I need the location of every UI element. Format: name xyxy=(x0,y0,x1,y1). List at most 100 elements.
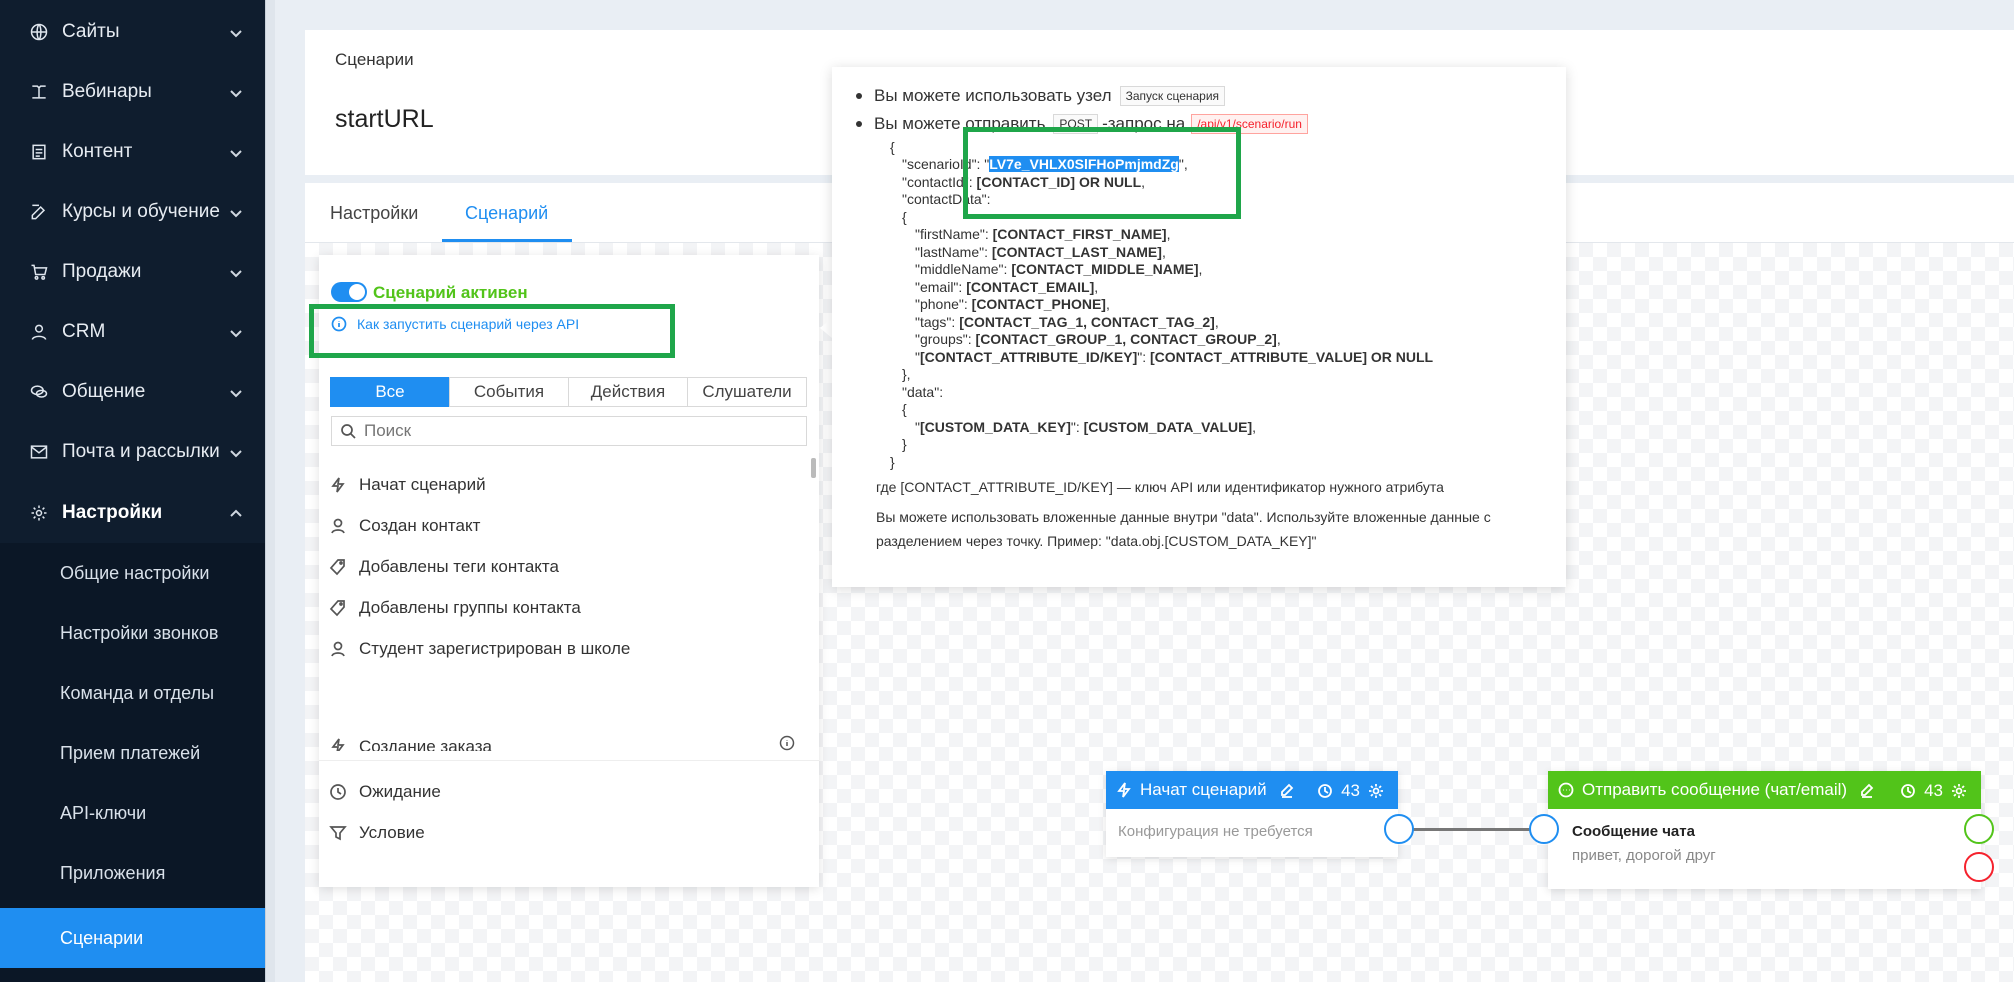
filter-all[interactable]: Все xyxy=(330,377,450,407)
user-icon xyxy=(329,640,347,658)
output-port[interactable] xyxy=(1384,814,1414,844)
code-key: "phone": xyxy=(915,296,972,312)
filter-events[interactable]: События xyxy=(449,377,569,407)
sidebar-item-settings[interactable]: Настройки xyxy=(0,483,265,543)
chevron-down-icon xyxy=(229,324,243,338)
sidebar-subitem-apps[interactable]: Приложения xyxy=(0,843,265,903)
pencil-icon[interactable] xyxy=(1279,782,1295,798)
list-item-label: Условие xyxy=(359,823,425,842)
sidebar-subitem-calls[interactable]: Настройки звонков xyxy=(0,603,265,663)
list-item-wait[interactable]: Ожидание xyxy=(329,777,441,807)
sidebar-item-content[interactable]: Контент xyxy=(0,122,265,182)
popover-note-nested: Вы можете использовать вложенные данные … xyxy=(876,509,1491,549)
sidebar-item-mail[interactable]: Почта и рассылки xyxy=(0,422,265,482)
code-value: [CONTACT_EMAIL] xyxy=(966,279,1095,295)
list-item-contact-created[interactable]: Создан контакт xyxy=(329,511,480,541)
lightning-icon xyxy=(329,476,347,494)
node-scenario-started[interactable]: Начат сценарий 43 Конфигурация не требуе… xyxy=(1106,771,1398,857)
user-icon xyxy=(329,517,347,535)
settings-submenu: Общие настройки Настройки звонков Команд… xyxy=(0,543,265,982)
mail-icon xyxy=(28,441,50,463)
chevron-up-icon xyxy=(229,505,243,519)
code-key: "firstName": xyxy=(915,226,993,242)
pencil-icon[interactable] xyxy=(1859,782,1875,798)
sidebar-item-crm[interactable]: CRM xyxy=(0,302,265,362)
search-input[interactable] xyxy=(364,421,784,441)
history-icon[interactable] xyxy=(1900,783,1916,799)
breadcrumb[interactable]: Сценарии xyxy=(335,50,414,70)
code-value: [CONTACT_LAST_NAME] xyxy=(991,244,1162,260)
code-line: } xyxy=(890,454,895,470)
node-actions: 43 xyxy=(1900,781,1967,801)
code-value: [CONTACT_ATTRIBUTE_VALUE] OR NULL xyxy=(1150,349,1434,365)
tab-scenario[interactable]: Сценарий xyxy=(465,203,548,224)
sidebar-item-sites[interactable]: Сайты xyxy=(0,2,265,62)
chat-icon xyxy=(1558,782,1574,798)
sidebar-subitem-payments[interactable]: Прием платежей xyxy=(0,723,265,783)
history-icon[interactable] xyxy=(1317,783,1333,799)
panel-scrollbar[interactable] xyxy=(811,458,816,478)
search-box xyxy=(331,416,807,446)
list-item-label: Студент зарегистрирован в школе xyxy=(359,639,631,658)
list-item-groups-added[interactable]: Добавлены группы контакта xyxy=(329,593,581,623)
list-item-order-created[interactable]: Создание заказа xyxy=(329,737,492,751)
info-icon[interactable] xyxy=(779,735,795,751)
code-value: [CONTACT_GROUP_1, CONTACT_GROUP_2] xyxy=(975,331,1277,347)
list-item-tags-added[interactable]: Добавлены теги контакта xyxy=(329,552,559,582)
node-run-count: 43 xyxy=(1341,781,1360,800)
code-key: "middleName": xyxy=(915,261,1012,277)
list-item-label: Добавлены группы контакта xyxy=(359,598,581,617)
highlight-box-api-link xyxy=(309,304,675,358)
sidebar-subitem-general[interactable]: Общие настройки xyxy=(0,543,265,603)
sidebar-item-label: Вебинары xyxy=(62,81,152,102)
scenario-active-toggle[interactable] xyxy=(331,282,367,302)
sidebar-subitem-api-keys[interactable]: API-ключи xyxy=(0,783,265,843)
node-send-message[interactable]: Отправить сообщение (чат/email) 43 Сообщ… xyxy=(1548,771,1981,889)
code-line-field: "tags": [CONTACT_TAG_1, CONTACT_TAG_2], xyxy=(915,314,1219,330)
chevron-down-icon xyxy=(229,264,243,278)
filter-actions[interactable]: Действия xyxy=(568,377,688,407)
gear-icon[interactable] xyxy=(1951,783,1967,799)
user-icon xyxy=(28,321,50,343)
success-port[interactable] xyxy=(1964,814,1994,844)
sidebar-divider xyxy=(265,0,275,982)
panel-divider xyxy=(319,760,819,761)
sidebar-subitem-scenarios[interactable]: Сценарии xyxy=(0,908,265,968)
sidebar-subitem-label: Команда и отделы xyxy=(60,682,215,703)
sidebar-subitem-label: Приложения xyxy=(60,862,166,883)
gear-icon xyxy=(28,502,50,524)
sidebar-subitem-label: Настройки звонков xyxy=(60,622,219,643)
input-port[interactable] xyxy=(1529,814,1559,844)
tab-settings[interactable]: Настройки xyxy=(330,203,418,224)
tag-icon xyxy=(329,558,347,576)
code-line-field: "email": [CONTACT_EMAIL], xyxy=(915,279,1099,295)
sidebar-item-communication[interactable]: Общение xyxy=(0,362,265,422)
tag-icon xyxy=(329,599,347,617)
list-item-scenario-started[interactable]: Начат сценарий xyxy=(329,470,486,500)
sidebar-item-webinars[interactable]: Вебинары xyxy=(0,62,265,122)
lightning-icon xyxy=(329,737,347,751)
failure-port[interactable] xyxy=(1964,852,1994,882)
code-value: [CONTACT_MIDDLE_NAME] xyxy=(1011,261,1199,277)
code-line: { xyxy=(902,209,907,225)
code-line: { xyxy=(902,401,907,417)
list-item-condition[interactable]: Условие xyxy=(329,818,425,848)
node-title: Начат сценарий xyxy=(1140,780,1267,799)
node-title: Отправить сообщение (чат/email) xyxy=(1582,780,1848,799)
list-item-student-registered[interactable]: Студент зарегистрирован в школе xyxy=(329,634,630,664)
sidebar-item-label: Сайты xyxy=(62,21,120,42)
code-line-field: "lastName": [CONTACT_LAST_NAME], xyxy=(915,244,1166,260)
filter-listeners[interactable]: Слушатели xyxy=(687,377,807,407)
list-item-label: Создание заказа xyxy=(359,737,492,751)
sidebar-subitem-team[interactable]: Команда и отделы xyxy=(0,663,265,723)
search-icon xyxy=(340,423,356,439)
code-key: [CUSTOM_DATA_KEY] xyxy=(919,419,1071,435)
sidebar-item-sales[interactable]: Продажи xyxy=(0,242,265,302)
code-value: [CONTACT_TAG_1, CONTACT_TAG_2] xyxy=(959,314,1215,330)
sidebar-item-label: Общение xyxy=(62,381,146,402)
sidebar-item-courses[interactable]: Курсы и обучение xyxy=(0,182,265,242)
sidebar: Сайты Вебинары Контент Курсы и обучение … xyxy=(0,0,275,982)
gear-icon[interactable] xyxy=(1368,783,1384,799)
code-key: "lastName": xyxy=(915,244,992,260)
chat-icon xyxy=(28,381,50,403)
